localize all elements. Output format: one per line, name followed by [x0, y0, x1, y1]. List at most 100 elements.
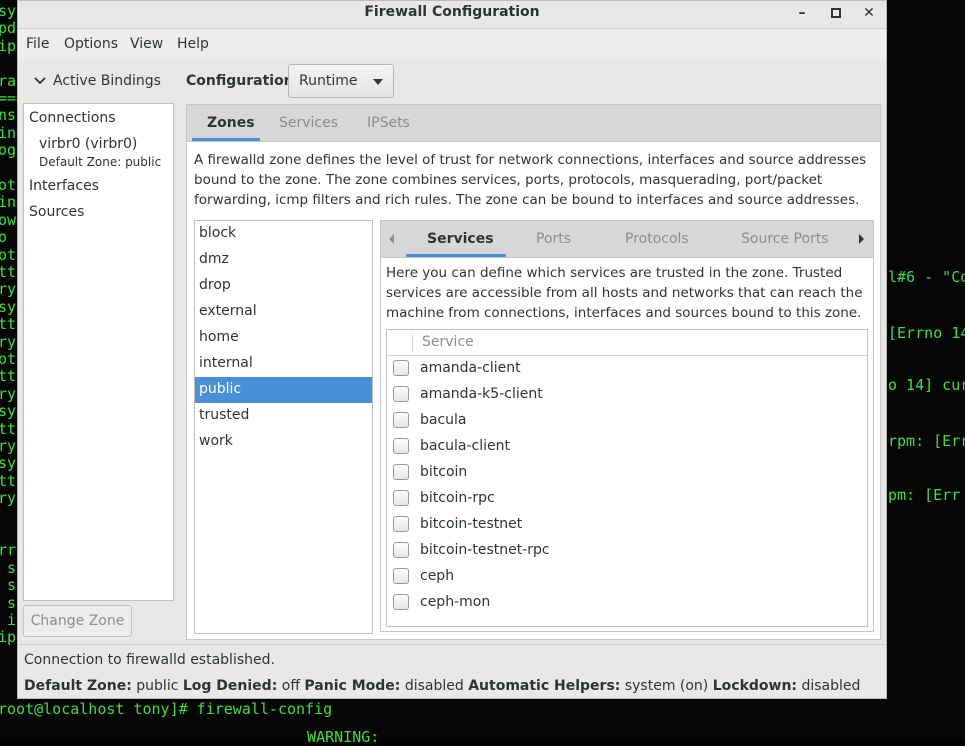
service-name: amanda-k5-client — [420, 386, 543, 402]
maximize-icon[interactable] — [826, 3, 846, 23]
subtab-ports[interactable]: Ports — [536, 231, 571, 247]
zone-item-block[interactable]: block — [195, 221, 372, 247]
terminal-line: l#6 - "Co — [888, 268, 965, 286]
service-name: ceph-mon — [420, 594, 491, 610]
minimize-icon[interactable]: – — [792, 3, 812, 23]
service-checkbox[interactable] — [393, 516, 409, 532]
connection-status: Connection to firewalld established. — [24, 652, 275, 668]
service-name: ceph — [420, 568, 455, 584]
service-checkbox[interactable] — [393, 568, 409, 584]
service-column-header[interactable]: Service — [422, 334, 474, 350]
terminal-prompt[interactable]: root@localhost tony]# firewall-config — [0, 700, 332, 718]
bindings-panel: Connections virbr0 (virbr0) Default Zone… — [23, 103, 174, 601]
terminal-line: o — [0, 228, 8, 247]
log-denied-value: off — [281, 678, 300, 694]
connection-virbr0[interactable]: virbr0 (virbr0) — [39, 136, 137, 152]
connection-zone: Default Zone: public — [39, 155, 162, 169]
automatic-helpers-value: system (on) — [624, 678, 709, 694]
main-tabs: Zones Services IPSets — [187, 105, 880, 142]
service-name: bacula — [420, 412, 467, 428]
tab-zones[interactable]: Zones — [207, 115, 255, 131]
table-row: bitcoin-rpc — [387, 486, 867, 512]
automatic-helpers-label: Automatic Helpers: — [468, 678, 621, 694]
menu-help[interactable]: Help — [177, 36, 209, 52]
default-zone-label: Default Zone: — [24, 678, 132, 694]
zone-item-external[interactable]: external — [195, 299, 372, 325]
titlebar[interactable]: Firewall Configuration – ✕ — [18, 1, 886, 29]
menu-view[interactable]: View — [130, 36, 163, 52]
configuration-value: Runtime — [299, 73, 358, 89]
interfaces-label: Interfaces — [29, 178, 99, 194]
table-row: amanda-k5-client — [387, 382, 867, 408]
subtab-protocols[interactable]: Protocols — [625, 231, 689, 247]
table-row: bacula-client — [387, 434, 867, 460]
lockdown-label: Lockdown: — [712, 678, 798, 694]
zone-settings-notebook: Services Ports Protocols Source Ports He… — [380, 220, 874, 632]
active-tab-indicator — [192, 138, 260, 141]
active-bindings-toggle[interactable]: Active Bindings — [53, 73, 161, 89]
subtab-services[interactable]: Services — [427, 231, 494, 247]
services-table[interactable]: Service amanda-client amanda-k5-client b… — [386, 329, 868, 627]
table-row: amanda-client — [387, 356, 867, 382]
service-checkbox[interactable] — [393, 542, 409, 558]
zone-item-internal[interactable]: internal — [195, 351, 372, 377]
tab-scroll-right-icon[interactable] — [859, 234, 864, 244]
zone-item-work[interactable]: work — [195, 429, 372, 455]
table-row: bitcoin-testnet — [387, 512, 867, 538]
service-name: bitcoin-testnet — [420, 516, 523, 532]
service-checkbox[interactable] — [393, 412, 409, 428]
configuration-select[interactable]: Runtime — [288, 64, 394, 98]
menubar: File Options View Help — [18, 29, 886, 59]
dropdown-arrow-icon — [373, 79, 383, 85]
service-name: bacula-client — [420, 438, 511, 454]
table-row: bacula — [387, 408, 867, 434]
default-zone-value: public — [136, 678, 179, 694]
close-icon[interactable]: ✕ — [859, 3, 879, 23]
service-checkbox[interactable] — [393, 386, 409, 402]
service-checkbox[interactable] — [393, 490, 409, 506]
firewall-config-window: Firewall Configuration – ✕ File Options … — [17, 0, 887, 699]
zone-item-public[interactable]: public — [195, 377, 372, 403]
zone-description: A firewalld zone defines the level of tr… — [194, 152, 867, 208]
sources-label: Sources — [29, 204, 85, 220]
terminal-line: rpm: [Err — [888, 432, 965, 450]
log-denied-label: Log Denied: — [182, 678, 278, 694]
zone-list: block dmz drop external home internal pu… — [194, 220, 373, 634]
tab-scroll-left-icon[interactable] — [389, 234, 394, 244]
connections-label: Connections — [29, 110, 116, 126]
menu-file[interactable]: File — [26, 36, 49, 52]
services-description: Here you can define which services are t… — [386, 265, 863, 321]
active-subtab-indicator — [406, 254, 506, 257]
change-zone-button[interactable]: Change Zone — [23, 605, 132, 637]
service-checkbox[interactable] — [393, 594, 409, 610]
main-notebook: Zones Services IPSets A firewalld zone d… — [186, 104, 881, 640]
zone-item-drop[interactable]: drop — [195, 273, 372, 299]
window-title: Firewall Configuration — [364, 4, 540, 20]
menu-options[interactable]: Options — [64, 36, 118, 52]
panic-mode-label: Panic Mode: — [304, 678, 401, 694]
zone-item-home[interactable]: home — [195, 325, 372, 351]
tab-ipsets[interactable]: IPSets — [367, 115, 410, 131]
service-name: bitcoin-rpc — [420, 490, 495, 506]
configuration-label: Configuration: — [186, 73, 300, 89]
service-checkbox[interactable] — [393, 360, 409, 376]
table-row: ceph — [387, 564, 867, 590]
terminal-line: i — [7, 611, 17, 629]
zone-settings-tabs: Services Ports Protocols Source Ports — [381, 221, 873, 258]
zone-item-dmz[interactable]: dmz — [195, 247, 372, 273]
table-row: ceph-mon — [387, 590, 867, 616]
tab-services[interactable]: Services — [279, 115, 338, 131]
statusbar-divider — [18, 644, 886, 645]
service-name: bitcoin-testnet-rpc — [420, 542, 550, 558]
column-separator — [412, 334, 413, 352]
service-checkbox[interactable] — [393, 438, 409, 454]
service-name: amanda-client — [420, 360, 521, 376]
chevron-down-icon[interactable] — [34, 73, 46, 89]
zones-content: A firewalld zone defines the level of tr… — [187, 142, 880, 639]
zone-item-trusted[interactable]: trusted — [195, 403, 372, 429]
table-row: bitcoin — [387, 460, 867, 486]
subtab-source-ports[interactable]: Source Ports — [741, 231, 829, 247]
service-checkbox[interactable] — [393, 464, 409, 480]
service-name: bitcoin — [420, 464, 468, 480]
